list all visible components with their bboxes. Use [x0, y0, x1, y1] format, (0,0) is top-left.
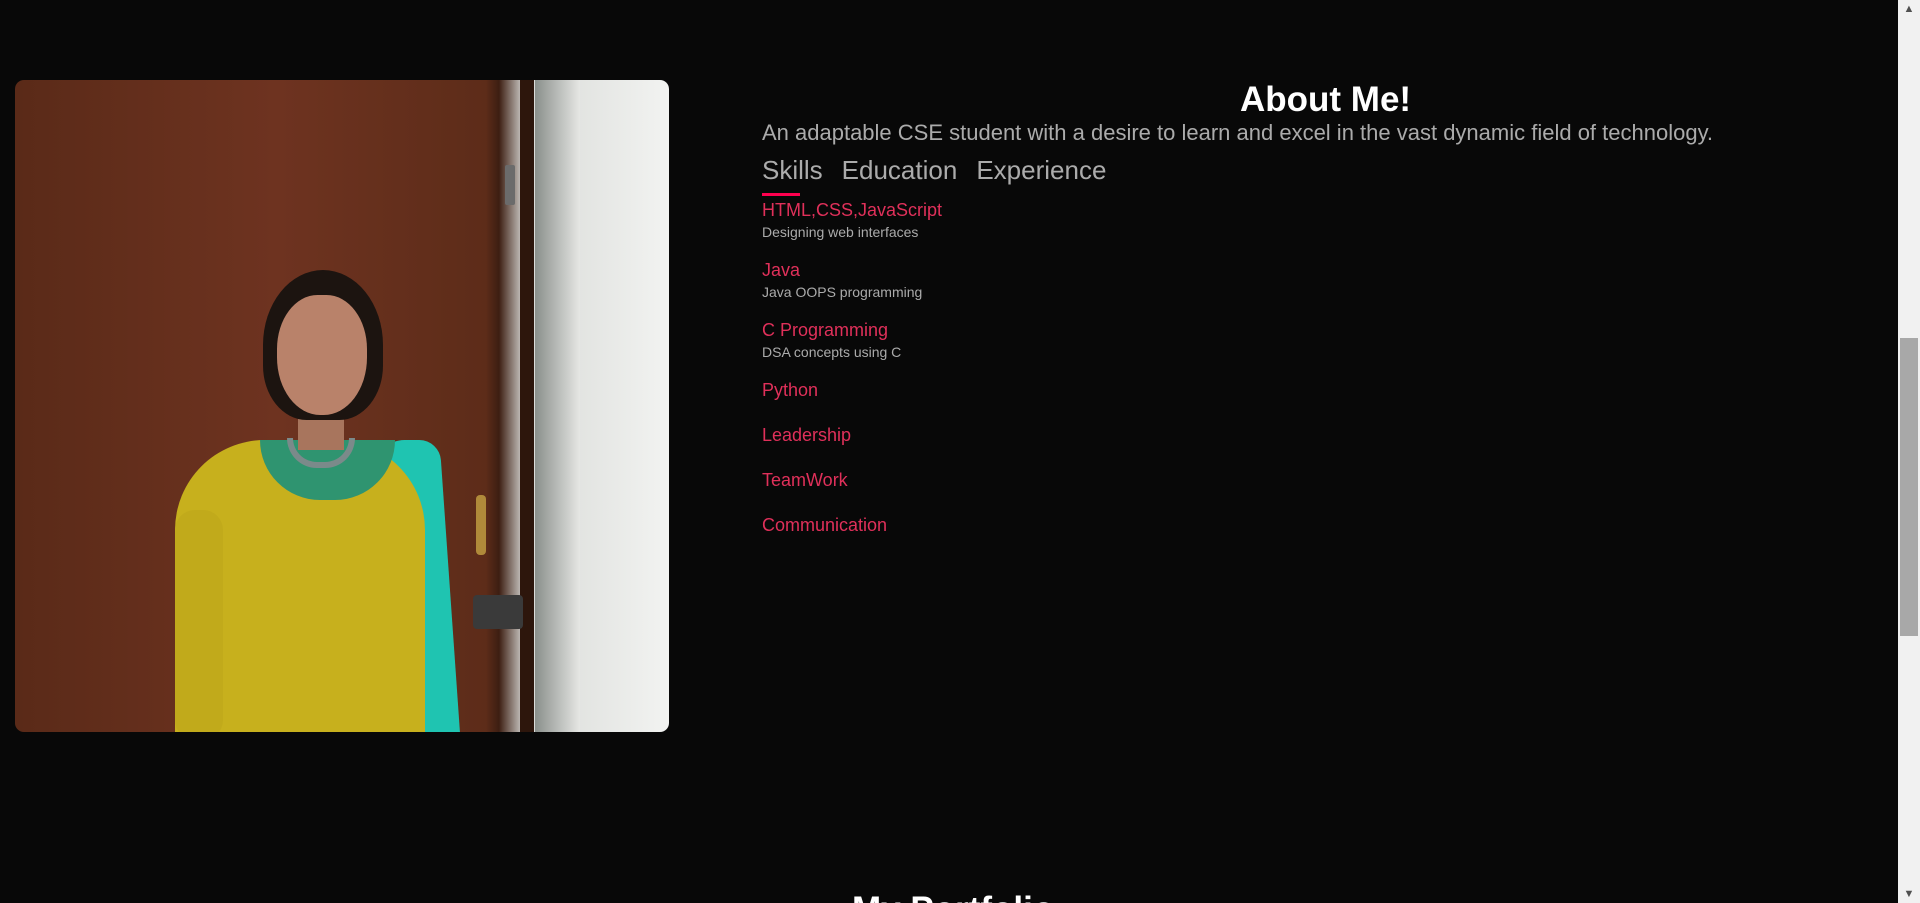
tab-experience[interactable]: Experience — [976, 155, 1106, 196]
tab-skills[interactable]: Skills — [762, 155, 823, 196]
tab-education[interactable]: Education — [842, 155, 958, 196]
skill-name: Java — [762, 260, 801, 280]
skill-name: TeamWork — [762, 470, 848, 490]
about-tabs: Skills Education Experience — [762, 155, 1106, 196]
scrollbar-thumb[interactable] — [1900, 338, 1918, 636]
about-title: About Me! — [1240, 80, 1412, 119]
skill-item: Python — [762, 380, 942, 401]
chevron-down-icon[interactable]: ▼ — [1898, 885, 1920, 903]
about-description: An adaptable CSE student with a desire t… — [762, 120, 1714, 145]
chevron-up-icon[interactable]: ▲ — [1898, 0, 1920, 18]
skill-item: Java Java OOPS programming — [762, 260, 942, 300]
skill-name: HTML,CSS,JavaScript — [762, 200, 943, 220]
skill-name: C Programming — [762, 320, 889, 340]
portfolio-title: My Portfolio — [852, 890, 1054, 903]
skill-description: DSA concepts using C — [762, 344, 902, 360]
skill-description: Java OOPS programming — [762, 284, 923, 300]
skill-name: Communication — [762, 515, 888, 535]
page-scrollbar[interactable]: ▲ ▼ — [1898, 0, 1920, 903]
skill-item: HTML,CSS,JavaScript Designing web interf… — [762, 200, 942, 240]
skill-item: TeamWork — [762, 470, 942, 491]
skill-item: Communication — [762, 515, 942, 536]
skill-item: C Programming DSA concepts using C — [762, 320, 942, 360]
skill-description: Designing web interfaces — [762, 224, 919, 240]
skills-list: HTML,CSS,JavaScript Designing web interf… — [762, 200, 942, 560]
skill-name: Python — [762, 380, 819, 400]
page: About Me! An adaptable CSE student with … — [0, 0, 1920, 903]
profile-photo — [15, 80, 669, 732]
skill-item: Leadership — [762, 425, 942, 446]
skill-name: Leadership — [762, 425, 852, 445]
